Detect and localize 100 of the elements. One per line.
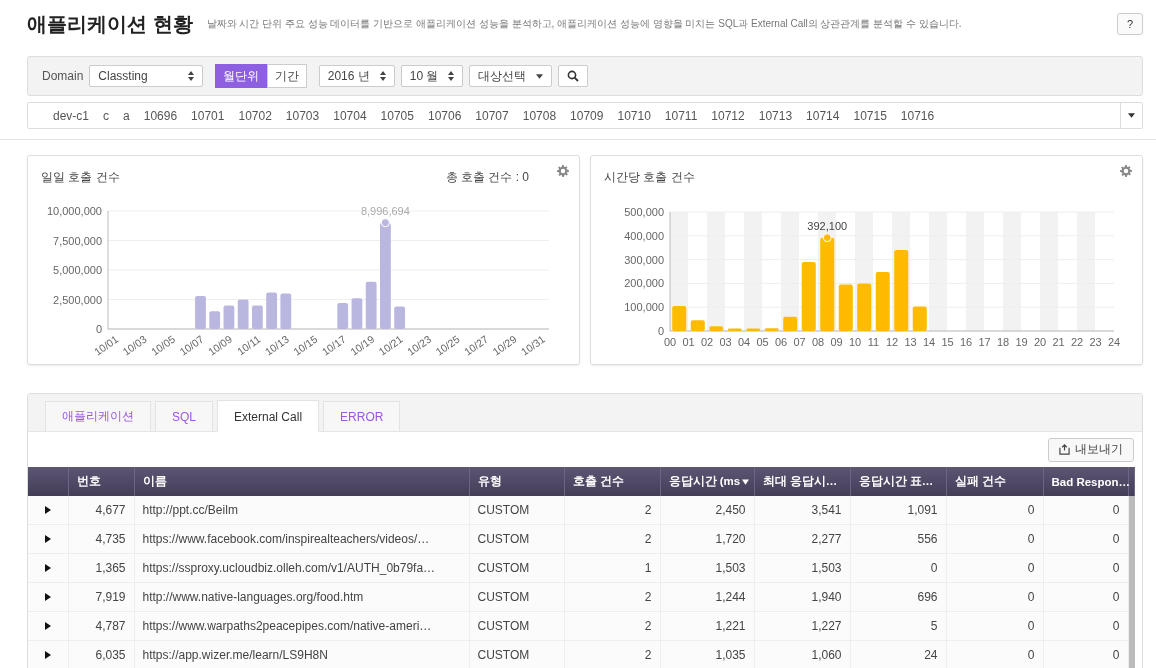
tab[interactable]: External Call — [217, 400, 320, 432]
up-down-icon — [448, 71, 455, 81]
column-header[interactable]: 응답시간 표… — [850, 467, 946, 496]
y-tick-label: 7,500,000 — [53, 234, 102, 247]
agent-tag[interactable]: 10713 — [751, 108, 800, 123]
month-select[interactable]: 10 월 — [400, 65, 464, 87]
table-cell: 1,221 — [660, 611, 754, 641]
table-cell: 1,720 — [660, 524, 754, 554]
target-dropdown[interactable]: 대상선택 — [469, 65, 553, 87]
x-tick-label: 19 — [1015, 336, 1028, 348]
y-tick-label: 500,000 — [624, 206, 664, 218]
x-tick-label: 16 — [959, 336, 973, 348]
table-cell: 2 — [564, 611, 660, 641]
settings-icon[interactable] — [1120, 165, 1132, 177]
table-cell: 4,787 — [68, 611, 134, 641]
column-header[interactable]: 응답시간 (ms — [660, 467, 754, 496]
expand-icon[interactable] — [44, 564, 51, 573]
agent-tag[interactable]: 10706 — [420, 108, 469, 123]
bar — [337, 303, 349, 329]
peak-marker — [380, 218, 390, 228]
up-down-icon — [379, 71, 386, 81]
table-cell: 4,735 — [68, 524, 134, 554]
x-tick-label: 15 — [941, 336, 954, 348]
column-header[interactable]: 최대 응답시… — [754, 467, 850, 496]
column-header[interactable]: 번호 — [68, 467, 134, 496]
table-cell: 5 — [850, 611, 946, 641]
settings-icon[interactable] — [557, 165, 569, 177]
x-tick-label: 21 — [1052, 336, 1065, 348]
agent-tag[interactable]: 10708 — [515, 108, 564, 123]
bar — [223, 305, 235, 329]
up-down-icon — [187, 71, 194, 81]
chart-title: 일일 호출 건수 — [41, 169, 121, 186]
agent-tag[interactable]: dev-c1 — [46, 108, 97, 123]
expand-icon[interactable] — [44, 593, 51, 602]
bar — [783, 316, 798, 331]
help-button[interactable]: ? — [1117, 13, 1143, 35]
agent-tag[interactable]: 10709 — [563, 108, 611, 123]
table-cell: https://app.wizer.me/learn/LS9H8N — [134, 640, 469, 668]
table-cell: 2,277 — [754, 524, 850, 554]
export-button[interactable]: 내보내기 — [1048, 437, 1134, 462]
chart-title: 시간당 호출 건수 — [604, 169, 696, 186]
table-cell: 0 — [946, 611, 1043, 641]
x-tick-label: 18 — [996, 336, 1010, 348]
period-toggle[interactable]: 월단위 — [214, 64, 267, 88]
column-header[interactable]: Bad Respon… — [1043, 467, 1128, 496]
agent-tag[interactable]: 10703 — [278, 108, 327, 123]
search-button[interactable] — [558, 65, 589, 87]
column-header[interactable]: 실패 건수 — [946, 467, 1043, 496]
table-cell: 0 — [946, 496, 1043, 525]
table-cell: 2 — [564, 582, 660, 612]
expand-icon[interactable] — [44, 622, 51, 631]
agent-tag[interactable]: 10707 — [468, 108, 516, 123]
agent-tag[interactable]: 10705 — [373, 108, 421, 123]
x-tick-label: 04 — [737, 336, 751, 348]
agent-tag[interactable]: 10704 — [326, 108, 374, 123]
more-button[interactable] — [1120, 103, 1142, 128]
bar — [280, 293, 292, 329]
agent-tag[interactable]: a — [116, 108, 137, 123]
y-tick-label: 200,000 — [624, 277, 664, 290]
scrollbar[interactable] — [1128, 496, 1135, 668]
table-cell: 1,940 — [754, 582, 850, 612]
table-cell: 1,503 — [660, 553, 754, 583]
agent-tag[interactable]: 10712 — [704, 108, 752, 123]
table-cell: 556 — [850, 524, 946, 554]
agent-tag[interactable]: 10711 — [657, 108, 705, 123]
table-cell: 1,035 — [660, 640, 754, 668]
column-header[interactable]: 유형 — [469, 467, 564, 496]
bar — [857, 283, 872, 331]
table-cell: 0 — [1043, 640, 1128, 668]
x-tick-label: 12 — [885, 336, 899, 348]
agent-tag[interactable]: 10701 — [184, 108, 232, 123]
agent-tag[interactable]: 10716 — [893, 108, 942, 123]
expand-icon[interactable] — [44, 535, 51, 544]
agent-tag[interactable]: c — [96, 108, 117, 123]
tab[interactable]: ERROR — [323, 401, 401, 431]
x-tick-label: 06 — [774, 336, 788, 348]
tab[interactable]: SQL — [155, 401, 213, 431]
x-tick-label: 14 — [922, 336, 936, 348]
domain-select[interactable]: Classting — [89, 65, 203, 87]
table-cell: 3,541 — [754, 496, 850, 525]
column-header[interactable]: 이름 — [134, 467, 469, 496]
y-tick-label: 0 — [657, 325, 664, 337]
data-label: 8,996,694 — [360, 204, 410, 217]
agent-tag[interactable]: 10696 — [136, 108, 185, 123]
column-header[interactable]: 호출 건수 — [564, 467, 660, 496]
table-cell: 1,060 — [754, 640, 850, 668]
agent-tag[interactable]: 10714 — [799, 108, 847, 123]
x-tick-label: 05 — [756, 336, 769, 348]
period-toggle[interactable]: 기간 — [266, 64, 307, 88]
tab[interactable]: 애플리케이션 — [45, 401, 151, 431]
page-description: 날짜와 시간 단위 주요 성능 데이터를 기반으로 애플리케이션 성능을 분석하고, 애플리케이션 성능에 영향을 미치는 SQL과 External Call의 상관관계를 분석할 수 있습니다. — [206, 17, 963, 31]
bar — [690, 320, 705, 331]
expand-icon[interactable] — [44, 506, 51, 515]
year-select[interactable]: 2016 년 — [318, 65, 395, 87]
export-icon — [1059, 444, 1070, 455]
agent-tag[interactable]: 10715 — [846, 108, 894, 123]
table-cell: 0 — [946, 553, 1043, 583]
agent-tag[interactable]: 10702 — [231, 108, 279, 123]
agent-tag[interactable]: 10710 — [610, 108, 658, 123]
expand-icon[interactable] — [44, 651, 51, 660]
